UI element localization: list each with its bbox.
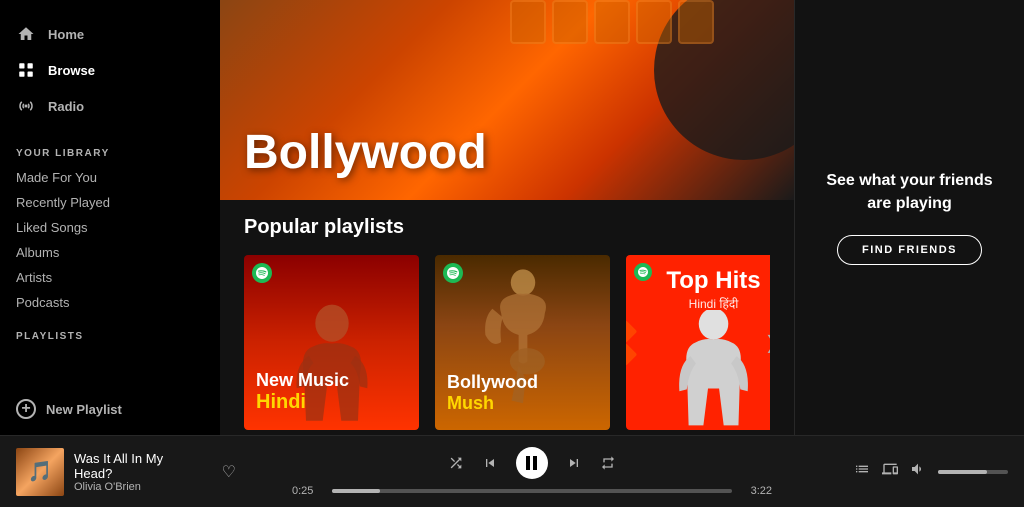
card-3-line2: Hindi हिंदी (626, 295, 770, 312)
player-progress: 0:25 3:22 (292, 485, 772, 497)
card-3-text: Top Hits Hindi हिंदी (626, 255, 770, 312)
playlist-card-top-hits[interactable]: Top Hits Hindi हिंदी (626, 255, 770, 430)
home-icon (16, 24, 36, 44)
playlist-cards: New Music Hindi (244, 255, 770, 430)
progress-fill (332, 489, 380, 493)
player-bar: 🎵 Was It All In My Head? Olivia O'Brien … (0, 435, 1024, 507)
scroll-down-icon[interactable]: ❯ (765, 332, 770, 353)
radio-icon (16, 96, 36, 116)
queue-button[interactable] (854, 461, 870, 482)
player-left: 🎵 Was It All In My Head? Olivia O'Brien … (16, 448, 236, 496)
sidebar-nav: Home Browse (0, 8, 220, 132)
friends-text: See what your friends are playing (815, 170, 1004, 215)
find-friends-button[interactable]: FIND FRIENDS (837, 235, 982, 265)
sidebar-item-albums[interactable]: Albums (0, 240, 220, 265)
player-thumbnail: 🎵 (16, 448, 64, 496)
volume-fill (938, 470, 987, 474)
card-2-line1: Bollywood (447, 372, 538, 393)
browse-icon (16, 60, 36, 80)
sidebar-item-radio[interactable]: Radio (0, 88, 220, 124)
player-controls (448, 447, 616, 479)
filmstrip-decoration (510, 0, 714, 44)
filmstrip-hole-1 (510, 0, 546, 44)
content-area: Bollywood Popular playlists (220, 0, 1024, 435)
filmstrip-hole-5 (678, 0, 714, 44)
player-center: 0:25 3:22 (236, 447, 828, 497)
repeat-button[interactable] (600, 455, 616, 471)
left-arrows (626, 323, 634, 362)
sidebar-bottom: + New Playlist (0, 391, 220, 427)
card-2-line2: Mush (447, 393, 538, 414)
player-right (828, 461, 1008, 482)
sidebar-item-liked-songs[interactable]: Liked Songs (0, 215, 220, 240)
sidebar-item-made-for-you[interactable]: Made For You (0, 165, 220, 190)
sidebar-item-recently-played[interactable]: Recently Played (0, 190, 220, 215)
sidebar: Home Browse (0, 0, 220, 435)
next-button[interactable] (566, 455, 582, 471)
section-title: Popular playlists (244, 216, 770, 239)
devices-button[interactable] (882, 461, 898, 482)
shuffle-button[interactable] (448, 455, 464, 471)
playlists-section: Popular playlists (220, 200, 794, 435)
hero-banner: Bollywood (220, 0, 794, 200)
time-total: 3:22 (742, 485, 772, 497)
card-1-text: New Music Hindi (256, 370, 349, 414)
filmstrip-hole-3 (594, 0, 630, 44)
filmstrip-hole-2 (552, 0, 588, 44)
card-1-line2: Hindi (256, 391, 349, 414)
progress-bar[interactable] (332, 489, 732, 493)
your-library-label: YOUR LIBRARY (0, 132, 220, 165)
sidebar-item-artists[interactable]: Artists (0, 265, 220, 290)
player-track-name: Was It All In My Head? (74, 451, 204, 481)
card-2-text: Bollywood Mush (447, 372, 538, 414)
time-current: 0:25 (292, 485, 322, 497)
player-thumb-art: 🎵 (16, 448, 64, 496)
filmstrip-hole-4 (636, 0, 672, 44)
playlist-card-new-music-hindi[interactable]: New Music Hindi (244, 255, 419, 430)
previous-button[interactable] (482, 455, 498, 471)
player-track-info: Was It All In My Head? Olivia O'Brien (74, 451, 204, 493)
hero-title: Bollywood (244, 125, 487, 180)
volume-button[interactable] (910, 461, 926, 482)
right-panel: See what your friends are playing FIND F… (794, 0, 1024, 435)
card-3-line1: Top Hits (626, 267, 770, 295)
spotify-icon-card1 (252, 263, 272, 283)
volume-bar[interactable] (938, 470, 1008, 474)
play-pause-button[interactable] (516, 447, 548, 479)
plus-icon: + (16, 399, 36, 419)
playlists-label: PLAYLISTS (0, 315, 220, 348)
sidebar-item-podcasts[interactable]: Podcasts (0, 290, 220, 315)
playlist-card-bollywood-mush[interactable]: Bollywood Mush (435, 255, 610, 430)
like-button[interactable]: ♡ (222, 462, 236, 482)
sidebar-item-browse[interactable]: Browse (0, 52, 220, 88)
sidebar-item-home[interactable]: Home (0, 16, 220, 52)
main-content: Bollywood Popular playlists (220, 0, 794, 435)
bw-person-silhouette (666, 310, 761, 430)
new-playlist-button[interactable]: + New Playlist (0, 391, 220, 427)
card-1-line1: New Music (256, 370, 349, 391)
player-artist-name: Olivia O'Brien (74, 481, 204, 493)
